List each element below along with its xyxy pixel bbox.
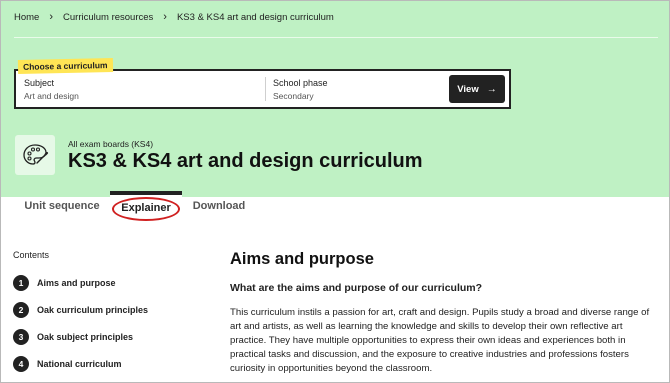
phase-field-value: Secondary <box>273 91 314 101</box>
section-subtitle: What are the aims and purpose of our cur… <box>230 282 483 294</box>
field-divider <box>265 77 266 101</box>
contents-item-national-curriculum[interactable]: 4 National curriculum <box>13 355 122 373</box>
contents-item-label: Aims and purpose <box>37 278 116 288</box>
breadcrumb-home[interactable]: Home <box>14 12 39 23</box>
subject-field-value: Art and design <box>24 91 79 101</box>
section-title: Aims and purpose <box>230 250 374 268</box>
number-badge: 3 <box>13 329 29 345</box>
curriculum-chooser: Subject Art and design School phase Seco… <box>14 69 511 109</box>
contents-item-aims-and-purpose[interactable]: 1 Aims and purpose <box>13 274 116 292</box>
contents-heading: Contents <box>13 250 50 260</box>
page-title: KS3 & KS4 art and design curriculum <box>68 150 423 172</box>
number-badge: 2 <box>13 302 29 318</box>
tab-bar: Unit sequence Explainer Download <box>1 191 669 221</box>
section-body-text: This curriculum instils a passion for ar… <box>230 307 650 375</box>
subject-selector[interactable]: Subject Art and design <box>24 77 79 102</box>
page-frame: Home › Curriculum resources › KS3 & KS4 … <box>0 0 670 383</box>
contents-item-label: National curriculum <box>37 359 122 369</box>
breadcrumb: Home › Curriculum resources › KS3 & KS4 … <box>14 10 334 24</box>
arrow-right-icon: → <box>486 83 497 95</box>
annotation-ellipse <box>112 197 180 221</box>
number-badge: 4 <box>13 356 29 372</box>
contents-item-oak-subject-principles[interactable]: 3 Oak subject principles <box>13 328 133 346</box>
tab-download[interactable]: Download <box>184 191 254 221</box>
palette-icon <box>15 135 55 175</box>
subject-field-title: Subject <box>24 78 55 88</box>
phase-field-title: School phase <box>273 78 328 88</box>
contents-item-oak-curriculum-principles[interactable]: 2 Oak curriculum principles <box>13 301 148 319</box>
exam-boards-label: All exam boards (KS4) <box>68 139 154 149</box>
number-badge: 1 <box>13 275 29 291</box>
breadcrumb-separator: › <box>49 11 54 23</box>
breadcrumb-curriculum-resources[interactable]: Curriculum resources <box>63 12 153 23</box>
contents-item-label: Oak subject principles <box>37 332 134 342</box>
view-button-label: View <box>457 83 479 95</box>
school-phase-selector[interactable]: School phase Secondary <box>273 77 328 102</box>
header-divider <box>14 37 658 38</box>
view-button[interactable]: View → <box>449 75 505 103</box>
choose-curriculum-label: Choose a curriculum <box>17 58 113 74</box>
breadcrumb-current: KS3 & KS4 art and design curriculum <box>176 11 334 23</box>
contents-item-label: Oak curriculum principles <box>37 305 149 315</box>
tab-unit-sequence[interactable]: Unit sequence <box>15 191 109 221</box>
breadcrumb-separator: › <box>163 11 167 23</box>
curriculum-header: Home › Curriculum resources › KS3 & KS4 … <box>1 1 669 197</box>
